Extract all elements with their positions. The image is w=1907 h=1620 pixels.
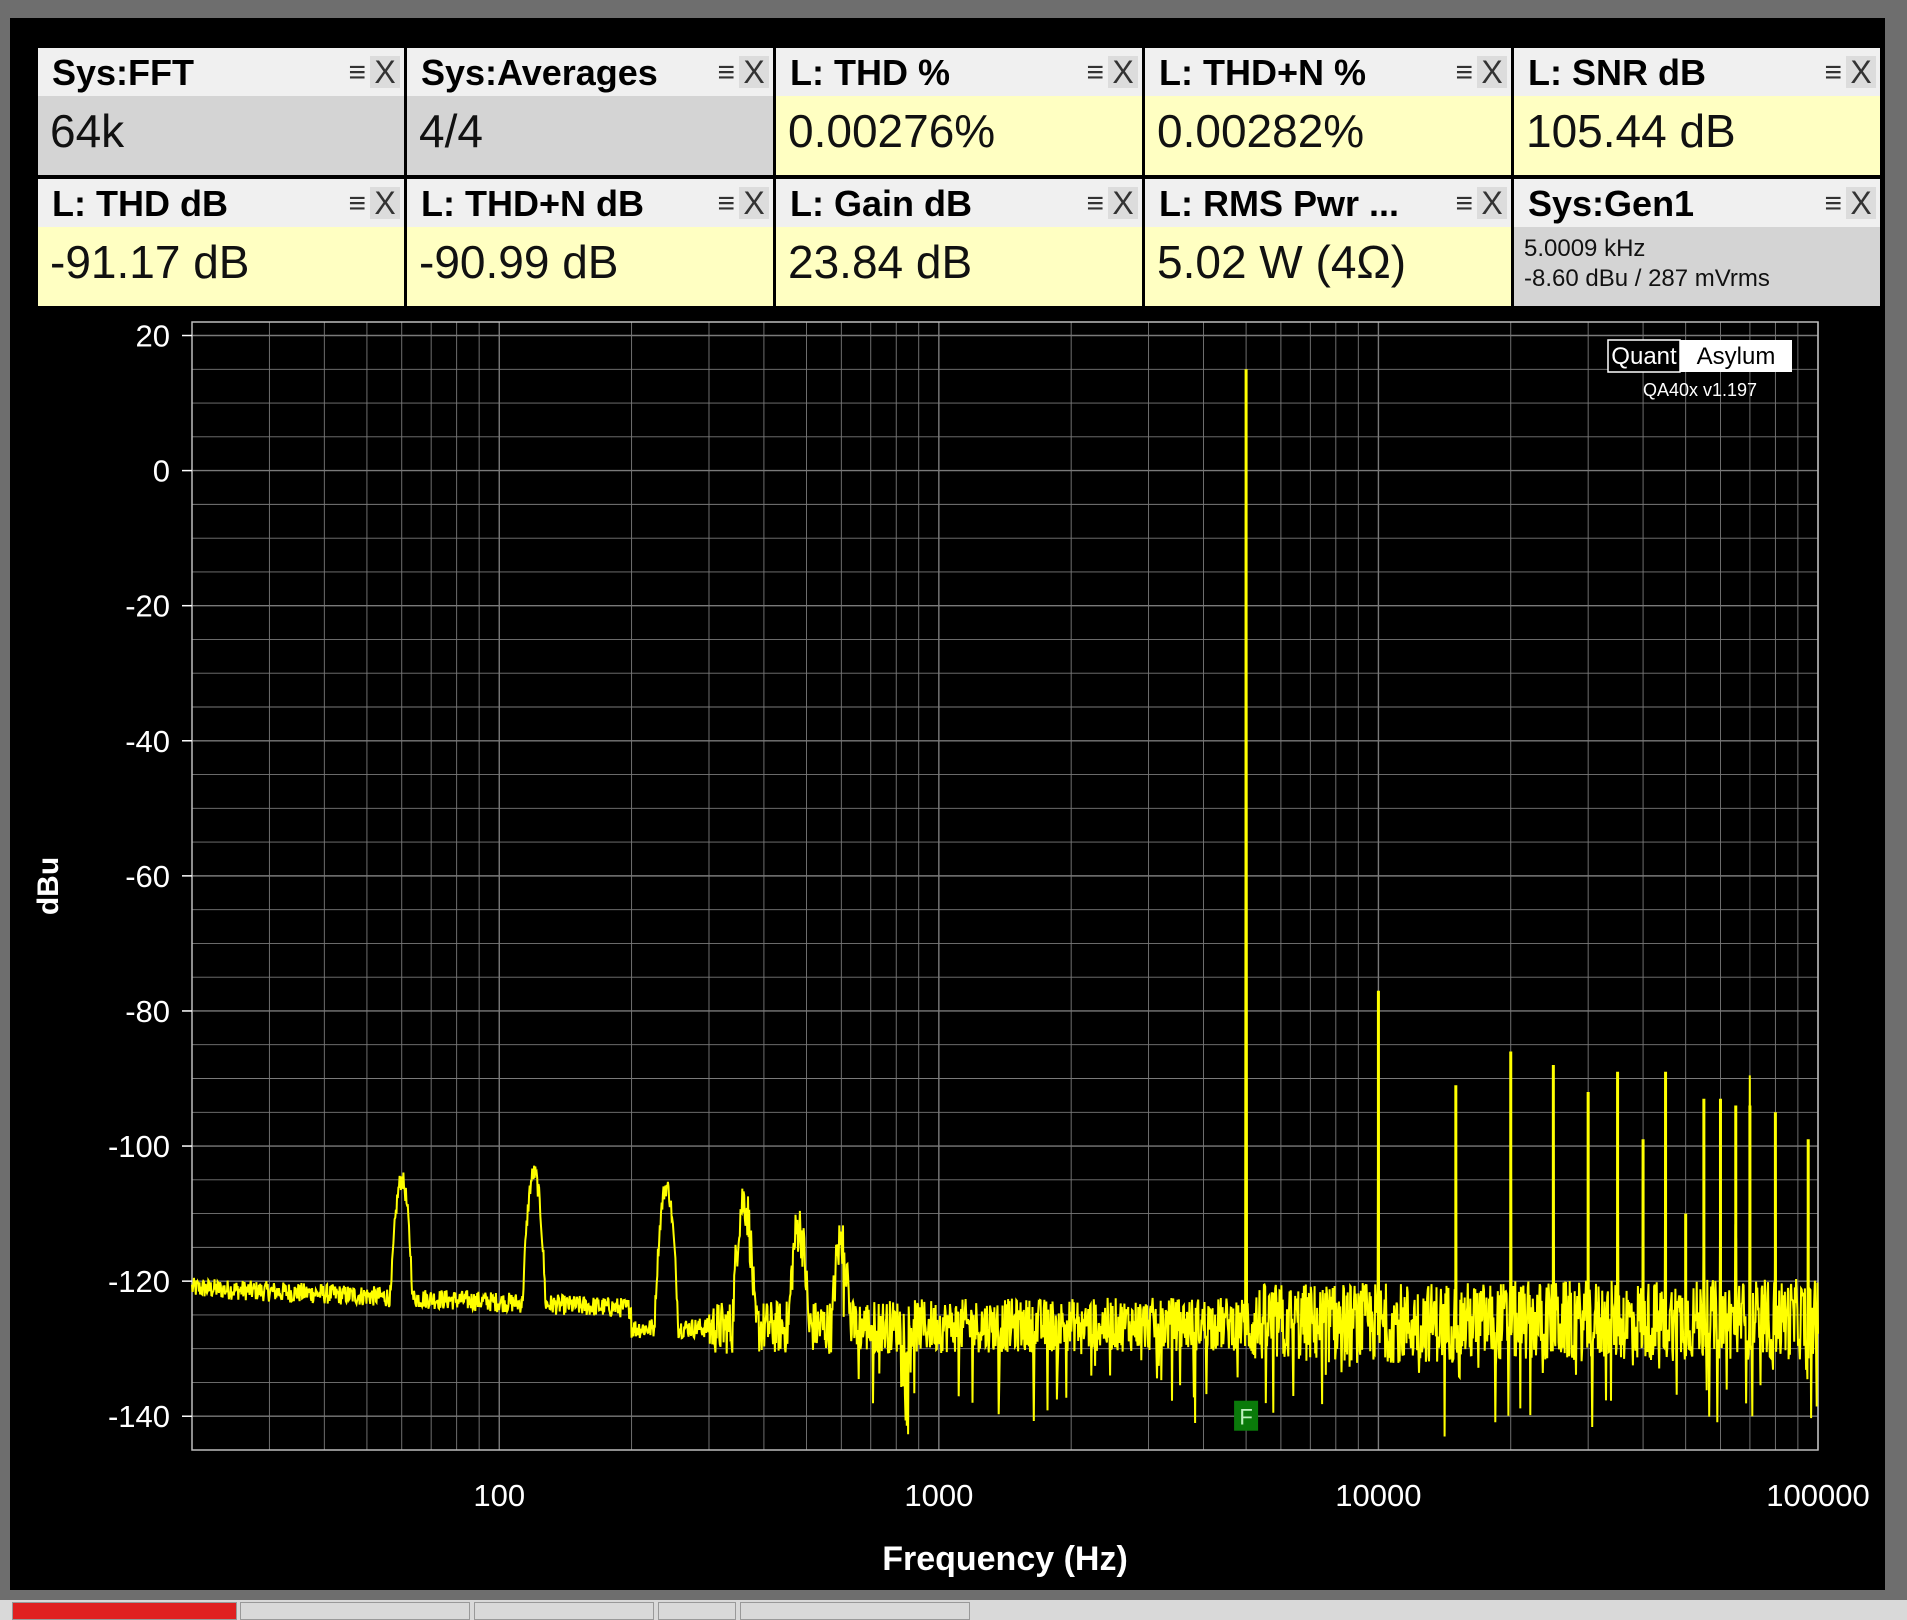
x-tick-label: 100000: [1766, 1478, 1869, 1513]
status-segment: [240, 1602, 470, 1620]
x-tick-label: 10000: [1335, 1478, 1421, 1513]
status-segment: [12, 1602, 237, 1620]
status-segment: [474, 1602, 654, 1620]
y-axis-label: dBu: [32, 857, 65, 915]
version-label: QA40x v1.197: [1643, 380, 1757, 400]
y-tick-label: -60: [125, 859, 170, 894]
y-tick-label: -100: [108, 1129, 170, 1164]
fundamental-marker-label: F: [1239, 1405, 1252, 1430]
spectrum-trace: [191, 480, 1819, 1437]
status-bar: [0, 1600, 1907, 1620]
qa40x-window: Sys:FFT ≡ X 64k Sys:Averages ≡ X 4/4 L: THD % ≡ X 0…: [0, 0, 1907, 1620]
status-segment: [658, 1602, 736, 1620]
y-tick-label: -120: [108, 1264, 170, 1299]
y-tick-label: -20: [125, 589, 170, 624]
y-tick-label: -140: [108, 1399, 170, 1434]
y-tick-label: -40: [125, 724, 170, 759]
y-tick-label: 20: [136, 319, 170, 354]
x-axis-label: Frequency (Hz): [882, 1540, 1128, 1578]
brand-logo-right: Asylum: [1697, 343, 1776, 370]
x-tick-label: 1000: [904, 1478, 973, 1513]
x-tick-label: 100: [473, 1478, 525, 1513]
fft-plot[interactable]: 20 0 -20 -40 -60 -80 -100 -120 -140 100 1000 10000 1…: [10, 18, 1885, 1590]
status-segment: [740, 1602, 970, 1620]
y-tick-label: 0: [153, 454, 170, 489]
brand-logo-left: Quant: [1611, 343, 1677, 370]
y-tick-label: -80: [125, 994, 170, 1029]
analyzer-frame: Sys:FFT ≡ X 64k Sys:Averages ≡ X 4/4 L: THD % ≡ X 0…: [10, 18, 1885, 1590]
